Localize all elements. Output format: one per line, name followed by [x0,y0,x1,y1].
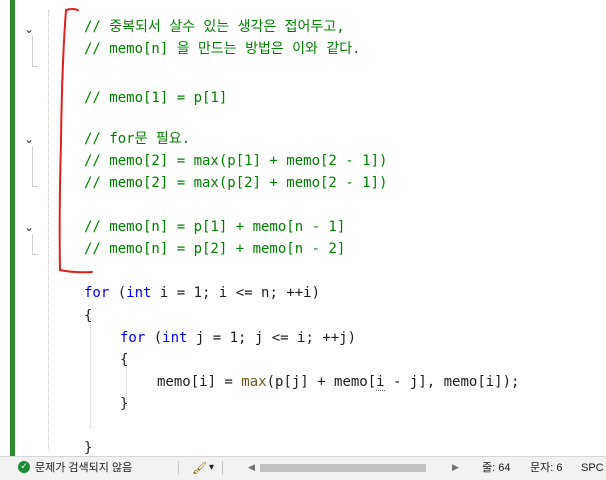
warning-squiggle[interactable]: i [376,374,385,391]
fold-chevron-icon[interactable]: ⌄ [22,22,36,36]
comment-line[interactable]: // memo[n] = p[2] + memo[n - 2] [84,238,345,260]
fold-region-line [32,234,33,254]
fold-region-line [32,146,33,186]
comment-line[interactable]: // 중복되서 살수 있는 생각은 접어두고, [84,16,345,38]
brace-close-line[interactable]: } [120,393,128,415]
keyword-int: int [126,285,152,301]
code-text: ( [145,330,163,346]
keyword-int: int [162,330,188,346]
fold-chevron-icon[interactable]: ⌄ [22,220,36,234]
fold-region-end [32,254,38,255]
status-bar: ✓ 문제가 검색되지 않음 🖌 ▾ ◀ ▶ 줄: 64 문자: 6 SPC [0,456,606,480]
code-editor[interactable]: ⌄ ⌄ ⌄ // 중복되서 살수 있는 생각은 접어두고, // memo[n]… [0,0,606,456]
comment-line[interactable]: // memo[n] = p[1] + memo[n - 1] [84,216,345,238]
code-text: ( [109,285,127,301]
comment-line[interactable]: // memo[2] = max(p[1] + memo[2 - 1]) [84,150,387,172]
comment-line[interactable]: // memo[n] 을 만드는 방법은 이와 같다. [84,38,361,60]
inner-for-line[interactable]: for (int j = 1; j <= i; ++j) [120,327,356,349]
fold-chevron-icon[interactable]: ⌄ [22,132,36,146]
keyword-for: for [120,330,146,346]
change-indicator-bar [10,0,15,456]
outer-for-line[interactable]: for (int i = 1; i <= n; ++i) [84,282,320,304]
comment-line[interactable]: // for문 필요. [84,128,190,150]
code-text: - j], memo[i]); [384,374,520,390]
comment-line[interactable]: // memo[1] = p[1] [84,87,227,109]
brace-close-line[interactable]: } [84,437,92,456]
divider [178,461,179,475]
divider [222,461,223,475]
whitespace-mode-status[interactable]: SPC [581,457,604,479]
function-max: max [241,374,267,390]
fold-region-end [32,186,38,187]
code-text: j = 1; j <= i; ++j) [187,330,357,346]
fold-region-end [32,66,38,67]
indent-guide [48,10,49,450]
indent-guide [90,318,91,428]
brush-icon[interactable]: 🖌 [192,457,207,479]
issues-status[interactable]: 문제가 검색되지 않음 [35,457,132,479]
code-text: (p[j] + memo[ [266,374,377,390]
keyword-for: for [84,285,110,301]
loop-body-line[interactable]: memo[i] = max(p[j] + memo[i - j], memo[i… [157,371,519,393]
brace-open-line[interactable]: { [120,349,128,371]
horizontal-scrollbar[interactable]: ◀ [248,463,438,473]
scrollbar-thumb[interactable] [260,464,426,472]
scroll-left-icon[interactable]: ◀ [248,463,255,473]
brace-open-line[interactable]: { [84,305,92,327]
code-text: i = 1; i <= n; ++i) [151,285,321,301]
chevron-down-icon[interactable]: ▾ [209,457,214,479]
line-number-status[interactable]: 줄: 64 [482,457,510,479]
code-text: memo[i] = [157,374,242,390]
fold-gutter: ⌄ ⌄ ⌄ [18,0,42,456]
scroll-right-icon[interactable]: ▶ [452,463,459,473]
check-circle-icon[interactable]: ✓ [18,461,30,473]
column-number-status[interactable]: 문자: 6 [530,457,562,479]
comment-line[interactable]: // memo[2] = max(p[2] + memo[2 - 1]) [84,172,387,194]
fold-region-line [32,36,33,66]
